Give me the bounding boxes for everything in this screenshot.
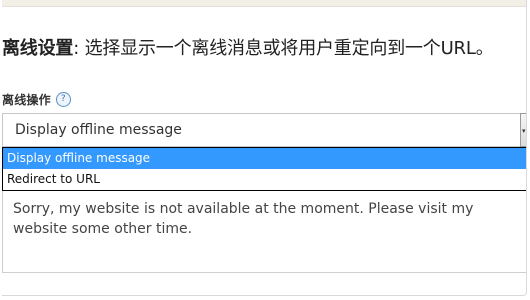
question-mark-icon[interactable]: ?: [55, 91, 71, 107]
chevron-down-icon[interactable]: ▾: [520, 113, 526, 147]
offline-message-textarea[interactable]: Sorry, my website is not available at th…: [2, 191, 526, 273]
offline-action-label: 离线操作: [2, 92, 51, 107]
offline-action-label-row: 离线操作 ?: [2, 90, 71, 108]
offline-action-dropdown: Display offline message Redirect to URL: [2, 147, 526, 191]
top-strip: [2, 0, 526, 7]
option-display-offline-message[interactable]: Display offline message: [3, 148, 526, 169]
section-heading-description: : 选择显示一个离线消息或将用户重定向到一个URL。: [73, 38, 494, 59]
offline-settings-panel: 离线设置: 选择显示一个离线消息或将用户重定向到一个URL。 离线操作 ? Di…: [2, 0, 527, 296]
option-redirect-to-url[interactable]: Redirect to URL: [3, 169, 526, 190]
section-heading: 离线设置: 选择显示一个离线消息或将用户重定向到一个URL。: [2, 37, 494, 61]
offline-action-select[interactable]: Display offline message: [2, 113, 526, 147]
section-heading-title: 离线设置: [2, 38, 74, 59]
